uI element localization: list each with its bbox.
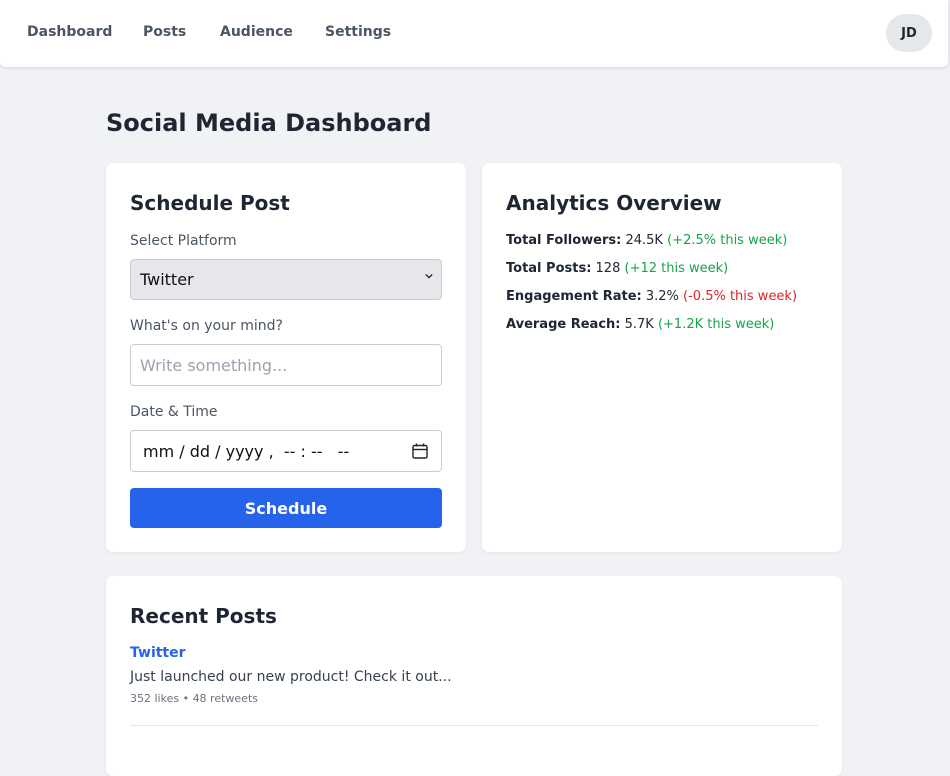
top-nav: Dashboard Posts Audience Settings JD (0, 0, 948, 67)
analytics-card: Analytics Overview Total Followers: 24.5… (482, 163, 842, 552)
post-content-input[interactable]: Write something... (130, 344, 442, 386)
stat-label: Total Followers: (506, 233, 622, 248)
datetime-value: mm / dd / yyyy , -- : -- -- (143, 441, 350, 461)
page-title: Social Media Dashboard (106, 109, 432, 137)
post-text: Just launched our new product! Check it … (130, 669, 452, 685)
schedule-post-title: Schedule Post (130, 191, 290, 215)
content-label: What's on your mind? (130, 318, 283, 334)
datetime-label: Date & Time (130, 404, 218, 420)
analytics-title: Analytics Overview (506, 191, 722, 215)
stat-average-reach: Average Reach: 5.7K (+1.2K this week) (506, 317, 774, 332)
nav-link-settings[interactable]: Settings (325, 24, 391, 40)
stat-label: Engagement Rate: (506, 289, 642, 304)
calendar-icon[interactable] (411, 442, 429, 460)
post-platform[interactable]: Twitter (130, 645, 186, 661)
stat-label: Average Reach: (506, 317, 621, 332)
avatar[interactable]: JD (886, 14, 932, 52)
stat-change: (+12 this week) (624, 261, 729, 276)
stat-total-posts: Total Posts: 128 (+12 this week) (506, 261, 728, 276)
schedule-button[interactable]: Schedule (130, 488, 442, 528)
platform-select[interactable]: Twitter (130, 259, 442, 300)
platform-select-value: Twitter (140, 270, 194, 289)
divider (130, 725, 818, 726)
chevron-down-icon (425, 273, 433, 279)
nav-link-posts[interactable]: Posts (143, 24, 186, 40)
stat-value: 3.2% (645, 289, 679, 304)
datetime-input[interactable]: mm / dd / yyyy , -- : -- -- (130, 430, 442, 472)
stat-value: 24.5K (625, 233, 663, 248)
nav-link-dashboard[interactable]: Dashboard (27, 24, 112, 40)
recent-posts-title: Recent Posts (130, 604, 277, 628)
stat-change: (+2.5% this week) (667, 233, 788, 248)
stat-label: Total Posts: (506, 261, 592, 276)
stat-change: (-0.5% this week) (683, 289, 798, 304)
stat-change: (+1.2K this week) (657, 317, 775, 332)
schedule-post-card: Schedule Post Select Platform Twitter Wh… (106, 163, 466, 552)
post-meta: 352 likes • 48 retweets (130, 692, 258, 705)
stat-value: 5.7K (624, 317, 654, 332)
nav-link-audience[interactable]: Audience (220, 24, 293, 40)
post-content-placeholder: Write something... (140, 355, 288, 375)
stat-engagement-rate: Engagement Rate: 3.2% (-0.5% this week) (506, 289, 797, 304)
platform-label: Select Platform (130, 233, 237, 249)
stat-value: 128 (595, 261, 621, 276)
recent-posts-card: Recent Posts Twitter Just launched our n… (106, 576, 842, 776)
stat-total-followers: Total Followers: 24.5K (+2.5% this week) (506, 233, 787, 248)
